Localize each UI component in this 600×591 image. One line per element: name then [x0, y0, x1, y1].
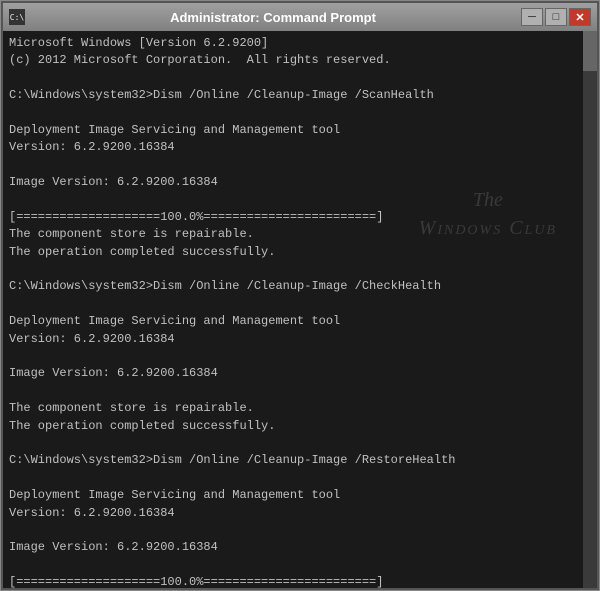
title-bar-text: Administrator: Command Prompt [25, 10, 521, 25]
command-prompt-window: C:\ Administrator: Command Prompt ─ □ ✕ … [1, 1, 599, 590]
minimize-button[interactable]: ─ [521, 8, 543, 26]
title-bar-buttons: ─ □ ✕ [521, 8, 591, 26]
title-bar: C:\ Administrator: Command Prompt ─ □ ✕ [3, 3, 597, 31]
close-button[interactable]: ✕ [569, 8, 591, 26]
console-output: Microsoft Windows [Version 6.2.9200] (c)… [9, 35, 591, 588]
scrollbar-thumb[interactable] [583, 31, 597, 71]
scrollbar[interactable] [583, 31, 597, 588]
maximize-button[interactable]: □ [545, 8, 567, 26]
console-area[interactable]: Microsoft Windows [Version 6.2.9200] (c)… [3, 31, 597, 588]
window-icon: C:\ [9, 9, 25, 25]
